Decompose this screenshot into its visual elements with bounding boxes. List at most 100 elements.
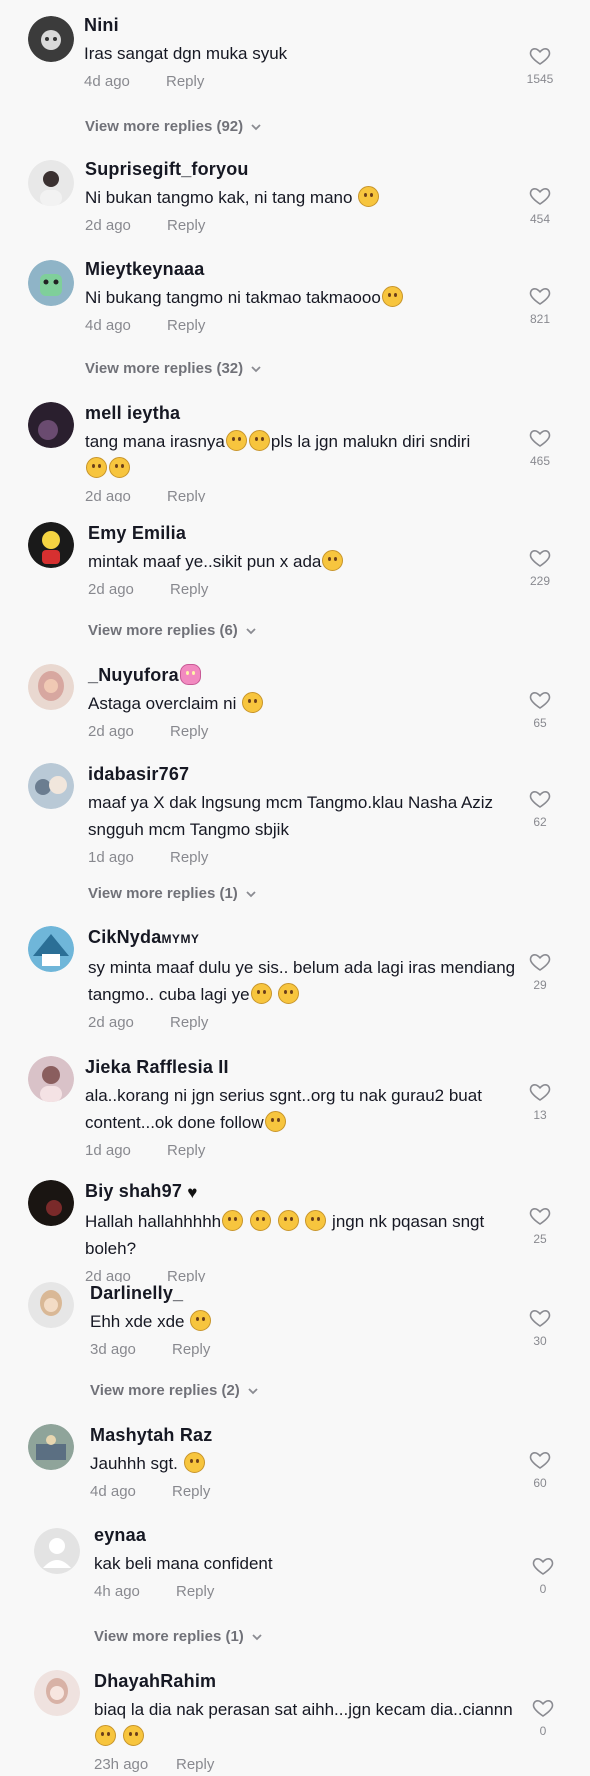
heart-icon[interactable]	[528, 950, 552, 974]
heart-icon[interactable]	[528, 284, 552, 308]
like-button[interactable]: 0	[523, 1696, 563, 1738]
avatar[interactable]	[28, 1180, 74, 1226]
username[interactable]: Suprisegift_foryou	[85, 158, 520, 180]
view-more-replies[interactable]: View more replies (2)	[90, 1382, 260, 1399]
like-button[interactable]: 13	[520, 1080, 560, 1122]
black-heart-emoji: ♥	[187, 1183, 198, 1202]
heart-icon[interactable]	[528, 1204, 552, 1228]
like-button[interactable]: 229	[520, 546, 560, 588]
heart-icon[interactable]	[528, 787, 552, 811]
heart-icon[interactable]	[531, 1554, 555, 1578]
reply-button[interactable]: Reply	[170, 723, 208, 740]
username[interactable]: Jieka Rafflesia II	[85, 1056, 520, 1078]
reply-button[interactable]: Reply	[170, 849, 208, 866]
avatar[interactable]	[28, 260, 74, 306]
username[interactable]: Emy Emilia	[88, 522, 520, 544]
like-button[interactable]: 30	[520, 1306, 560, 1348]
like-button[interactable]: 821	[520, 284, 560, 326]
reply-button[interactable]: Reply	[167, 488, 205, 502]
heart-icon[interactable]	[528, 1080, 552, 1104]
like-button[interactable]: 60	[520, 1448, 560, 1490]
username[interactable]: CikNydaMYMY	[88, 926, 520, 950]
chevron-down-icon	[251, 124, 261, 131]
reply-button[interactable]: Reply	[176, 1583, 214, 1600]
heart-icon[interactable]	[528, 426, 552, 450]
avatar[interactable]	[28, 402, 74, 448]
username[interactable]: Mashytah Raz	[90, 1424, 520, 1446]
reply-button[interactable]: Reply	[166, 73, 204, 90]
avatar[interactable]	[28, 16, 74, 62]
chevron-down-icon	[251, 366, 261, 373]
laughing-emoji	[242, 692, 264, 713]
heart-icon[interactable]	[528, 184, 552, 208]
username[interactable]: Mieytkeynaaa	[85, 258, 520, 280]
reply-button[interactable]: Reply	[167, 1142, 205, 1159]
avatar[interactable]	[34, 1528, 80, 1574]
reply-button[interactable]: Reply	[176, 1756, 214, 1773]
comment-date: 2d ago	[88, 581, 134, 598]
view-more-replies[interactable]: View more replies (6)	[88, 622, 258, 639]
reply-button[interactable]: Reply	[167, 317, 205, 334]
avatar[interactable]	[28, 160, 74, 206]
laughing-emoji	[109, 457, 130, 478]
like-button[interactable]: 62	[520, 787, 560, 829]
heart-icon[interactable]	[528, 546, 552, 570]
like-count: 60	[533, 1476, 547, 1490]
username[interactable]: _Nuyufora	[88, 664, 520, 686]
grin-emoji	[250, 983, 272, 1004]
like-button[interactable]: 0	[523, 1554, 563, 1596]
username[interactable]: Darlinelly_	[90, 1282, 520, 1304]
heart-icon[interactable]	[528, 1306, 552, 1330]
chevron-down-icon	[246, 891, 256, 898]
reply-button[interactable]: Reply	[170, 581, 208, 598]
username[interactable]: Biy shah97 ♥	[85, 1180, 520, 1204]
avatar[interactable]	[28, 763, 74, 809]
smile-emoji	[122, 1725, 144, 1746]
username[interactable]: mell ieytha	[85, 402, 520, 424]
heart-icon[interactable]	[531, 1696, 555, 1720]
like-count: 229	[529, 574, 551, 588]
username[interactable]: DhayahRahim	[94, 1670, 520, 1692]
chevron-down-icon	[248, 1388, 258, 1395]
heart-icon[interactable]	[528, 1448, 552, 1472]
comment-text: Ni bukang tangmo ni takmao takmaooo	[85, 284, 520, 311]
reply-button[interactable]: Reply	[172, 1483, 210, 1500]
reply-button[interactable]: Reply	[167, 1268, 205, 1282]
comment-text: Jauhhh sgt.	[90, 1450, 520, 1477]
comment-text: Iras sangat dgn muka syuk	[84, 44, 288, 63]
reply-button[interactable]: Reply	[170, 1014, 208, 1031]
avatar[interactable]	[34, 1670, 80, 1716]
view-more-replies[interactable]: View more replies (32)	[85, 360, 263, 377]
like-button[interactable]: 29	[520, 950, 560, 992]
comment-date: 1d ago	[85, 1142, 131, 1159]
heart-icon[interactable]	[528, 44, 552, 68]
like-button[interactable]: 465	[520, 426, 560, 468]
avatar[interactable]	[28, 522, 74, 568]
heart-icon[interactable]	[528, 688, 552, 712]
sweat-laugh-emoji	[222, 1210, 244, 1231]
comment-text: mintak maaf ye..sikit pun x ada	[88, 548, 520, 575]
laughing-emoji	[305, 1210, 327, 1231]
view-more-replies[interactable]: View more replies (1)	[94, 1628, 264, 1645]
avatar[interactable]	[28, 1424, 74, 1470]
reply-button[interactable]: Reply	[172, 1341, 210, 1358]
like-button[interactable]: 65	[520, 688, 560, 730]
view-more-replies[interactable]: View more replies (1)	[88, 885, 258, 902]
chevron-down-icon	[252, 1634, 262, 1641]
reply-button[interactable]: Reply	[167, 217, 205, 234]
like-button[interactable]: 25	[520, 1204, 560, 1246]
view-more-replies[interactable]: View more replies (92)	[85, 118, 263, 135]
like-button[interactable]: 454	[520, 184, 560, 226]
comment-text: Astaga overclaim ni	[88, 690, 520, 717]
username[interactable]: idabasir767	[88, 763, 520, 785]
laughing-emoji	[248, 430, 270, 451]
like-button[interactable]: 1545	[520, 44, 560, 86]
avatar[interactable]	[28, 1056, 74, 1102]
like-count: 454	[529, 212, 551, 226]
avatar[interactable]	[28, 1282, 74, 1328]
username[interactable]: eynaa	[94, 1524, 520, 1546]
avatar[interactable]	[28, 664, 74, 710]
rolling-laughing-emoji	[95, 1725, 116, 1746]
username[interactable]: Nini	[84, 14, 520, 36]
avatar[interactable]	[28, 926, 74, 972]
